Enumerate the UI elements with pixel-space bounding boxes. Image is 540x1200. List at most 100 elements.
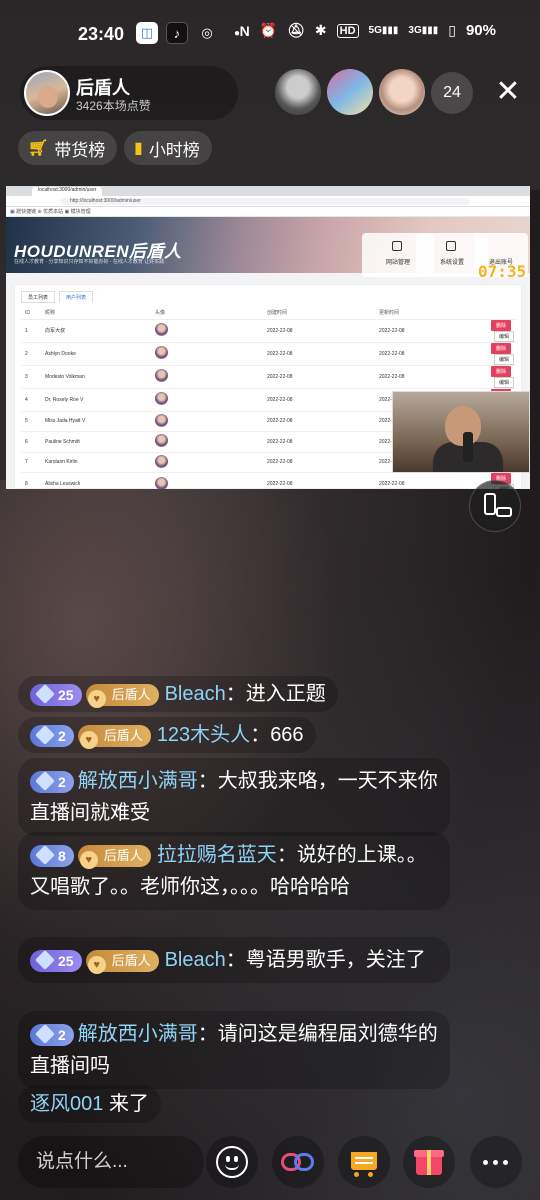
stream-timer: 07:35 xyxy=(478,262,527,281)
bar-chart-icon: ▮ xyxy=(134,140,143,157)
level-badge: 8 xyxy=(30,844,74,867)
notification-icons: ◫ ♪ ◎ ● xyxy=(136,22,248,44)
system-indicators: N ⏰ 🔕︎ ✱ HD 5G▮▮▮ 3G▮▮▮ ▯ 90% xyxy=(240,22,496,39)
user-avatar xyxy=(155,454,168,468)
level-badge: 25 xyxy=(30,949,82,972)
gift-button[interactable] xyxy=(403,1136,455,1188)
user-avatar xyxy=(155,323,168,336)
shop-cart-button[interactable] xyxy=(338,1136,390,1188)
fan-badge: ♥ 后盾人 xyxy=(85,683,159,708)
fan-badge: ♥ 后盾人 xyxy=(77,844,151,869)
table-row: 1 向军大叔 2022-22-08 2022-22-08 删除编辑 xyxy=(21,319,517,343)
user-avatar xyxy=(155,369,168,382)
chat-username[interactable]: 解放西小满哥 xyxy=(78,770,198,792)
emoji-icon xyxy=(226,1156,230,1162)
chat-message[interactable]: 2 解放西小满哥：请问这是编程届刘德华的直播间吗 xyxy=(18,1011,450,1089)
gem-icon xyxy=(35,770,55,791)
heart-icon: ♥ xyxy=(79,850,98,869)
bookmarks-bar: ▣ 蹭快捷链 ⊕ 优质本站 ▣ 模块管理 xyxy=(6,207,530,217)
chat-message[interactable]: 25 ♥ 后盾人 Bleach：进入正题 xyxy=(18,676,338,712)
user-avatar xyxy=(155,413,168,427)
host-likes: 3426本场点赞 xyxy=(76,99,151,113)
chat-username[interactable]: 解放西小满哥 xyxy=(78,1023,198,1045)
tiktok-icon: ♪ xyxy=(166,22,188,44)
viewer-avatar[interactable] xyxy=(275,69,321,115)
shop-rank-button[interactable]: 🛒︎ 带货榜 xyxy=(18,131,118,165)
gem-icon xyxy=(35,949,55,970)
hd-icon: HD xyxy=(336,23,359,38)
cart-icon: 🛒︎ xyxy=(28,140,49,157)
chat-message[interactable]: 25 ♥ 后盾人 Bleach：粤语男歌手，关注了 xyxy=(18,937,450,983)
mute-icon: 🔕︎ xyxy=(287,22,305,38)
phone-portrait-icon xyxy=(484,493,496,515)
chat-username[interactable]: 123木头人 xyxy=(157,724,250,746)
battery-level: 90% xyxy=(465,22,496,39)
viewer-avatar[interactable] xyxy=(327,69,373,115)
hour-rank-label: 小时榜 xyxy=(148,140,200,160)
fan-badge: ♥ 后盾人 xyxy=(85,949,159,974)
phone-landscape-icon xyxy=(496,507,512,517)
rotate-screen-button[interactable] xyxy=(469,480,521,532)
hour-rank-button[interactable]: ▮ 小时榜 xyxy=(124,131,212,165)
more-button[interactable] xyxy=(470,1136,522,1188)
table-row: 3 Modesto Volkman 2022-22-08 2022-22-08 删除… xyxy=(21,365,517,389)
app-notification-icon: ◫ xyxy=(136,22,158,44)
chat-message[interactable]: 2 ♥ 后盾人 123木头人：666 xyxy=(18,717,316,753)
user-avatar xyxy=(155,434,168,448)
table-row: 8 Alisha Lesswick 2022-22-08 2022-22-08 删除… xyxy=(21,472,517,489)
heart-icon: ♥ xyxy=(87,955,106,974)
link-mic-button[interactable] xyxy=(272,1136,324,1188)
browser-url-bar: http://localhost:3000/admin/user xyxy=(6,196,530,207)
gem-icon xyxy=(35,724,55,745)
table-header: ID 昵称 头像 创建时间 更新时间 xyxy=(21,307,517,320)
admin-banner: HOUDUNREN后盾人 在线人才教育 · 分享知识只存知不好能办好 · 在线人… xyxy=(6,217,530,277)
enter-text: 来了 xyxy=(108,1093,149,1115)
level-badge: 25 xyxy=(30,683,82,706)
gem-icon xyxy=(35,683,55,704)
chat-text: 666 xyxy=(270,724,304,746)
emoji-button[interactable] xyxy=(206,1136,258,1188)
tab-users: 用户列表 xyxy=(59,291,94,303)
url-text: http://localhost:3000/admin/user xyxy=(60,198,470,205)
stream-video[interactable]: localhost:3000/admin/user http://localho… xyxy=(6,186,530,489)
chat-message[interactable]: 2 解放西小满哥：大叔我来咯，一天不来你直播间就难受 xyxy=(18,758,450,836)
webcam-overlay xyxy=(392,391,530,473)
chat-message[interactable]: 8 ♥ 后盾人 拉拉赐名蓝天：说好的上课。。又唱歌了。。老师你这，。。。哈哈哈哈 xyxy=(18,832,450,910)
shop-rank-label: 带货榜 xyxy=(54,140,106,160)
site-slogan: 在线人才教育 · 分享知识只存知不好能办好 · 在线人才教育 让好实践 xyxy=(14,259,165,265)
viewer-avatar[interactable] xyxy=(379,69,425,115)
microphone xyxy=(463,432,473,462)
viewer-avatars[interactable] xyxy=(275,69,431,115)
chat-username[interactable]: Bleach xyxy=(165,949,226,971)
host-card[interactable]: 后盾人 3426本场点赞 xyxy=(20,66,238,120)
heart-icon: ♥ xyxy=(87,689,106,708)
menu-icon xyxy=(446,241,456,251)
enter-username[interactable]: 逐风001 xyxy=(30,1093,103,1115)
alarm-icon: ⏰ xyxy=(259,22,278,38)
viewer-count[interactable]: 24 xyxy=(431,72,473,114)
browser-tab-strip: localhost:3000/admin/user xyxy=(6,186,530,196)
user-avatar xyxy=(155,476,168,489)
panel-tabs: 员工列表 用户列表 xyxy=(21,291,94,303)
tab-staff: 员工列表 xyxy=(21,291,56,303)
level-badge: 2 xyxy=(30,1023,74,1046)
wechat-icon: ◎ xyxy=(201,25,213,40)
close-button[interactable]: ✕ xyxy=(488,72,528,112)
nfc-icon: N xyxy=(239,22,250,39)
table-row: 2 Ashlyn Dooke 2022-22-08 2022-22-08 删除编辑 xyxy=(21,342,517,366)
chat-username[interactable]: Bleach xyxy=(165,683,226,705)
user-avatar xyxy=(155,392,168,405)
chat-username[interactable]: 拉拉赐名蓝天 xyxy=(157,844,277,866)
host-avatar[interactable] xyxy=(24,70,70,116)
menu-icon xyxy=(392,241,402,251)
cart-icon xyxy=(351,1152,377,1170)
user-avatar xyxy=(155,346,168,359)
chat-text: 粤语男歌手，关注了 xyxy=(245,949,426,971)
level-badge: 2 xyxy=(30,724,74,747)
clock: 23:40 xyxy=(78,24,125,44)
gem-icon xyxy=(35,1023,55,1044)
level-badge: 2 xyxy=(30,770,74,793)
comment-input[interactable]: 说点什么... xyxy=(18,1136,204,1188)
signal-3g-icon: 3G▮▮▮ xyxy=(408,25,439,36)
battery-icon: ▯ xyxy=(448,22,456,38)
